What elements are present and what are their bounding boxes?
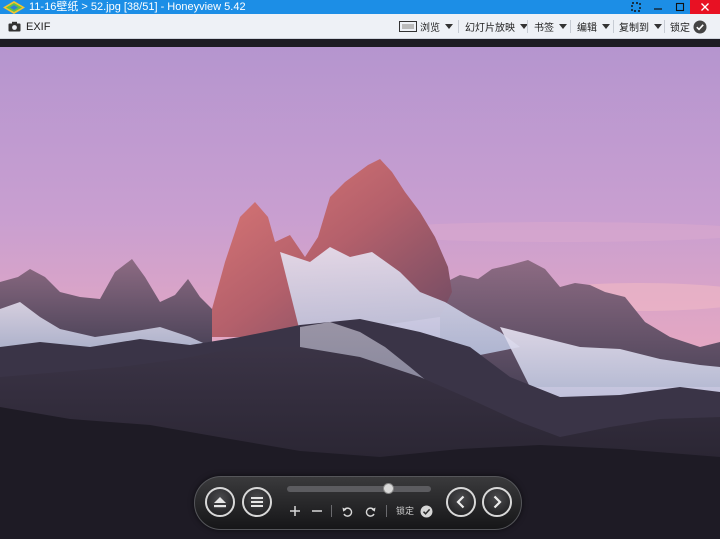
slideshow-menu[interactable]: 幻灯片放映 — [465, 14, 528, 39]
eject-button[interactable] — [205, 487, 235, 517]
toolbar-shadow-strip — [0, 39, 720, 47]
honeyview-app-icon — [3, 1, 25, 14]
toolbar-divider — [570, 20, 571, 33]
position-slider[interactable] — [287, 483, 431, 494]
toolbar: EXIF 浏览 幻灯片放映 书签 编辑 复制到 锁定 — [0, 14, 720, 39]
zoom-out-button[interactable] — [310, 504, 324, 518]
copy-to-label: 复制到 — [619, 23, 649, 34]
browse-icon — [399, 21, 417, 32]
exif-label: EXIF — [26, 20, 51, 33]
toolbar-divider — [527, 20, 528, 33]
toolbar-divider — [613, 20, 614, 33]
exif-button[interactable]: EXIF — [8, 14, 50, 39]
control-divider — [331, 505, 332, 517]
lock-label: 锁定 — [670, 23, 690, 34]
control-divider — [386, 505, 387, 517]
slideshow-label: 幻灯片放映 — [465, 23, 515, 34]
rotate-right-icon — [365, 506, 375, 517]
bookmarks-menu[interactable]: 书签 — [534, 14, 567, 39]
lock-toggle[interactable] — [419, 504, 433, 518]
toolbar-divider — [458, 20, 459, 33]
previous-image-button[interactable] — [446, 487, 476, 517]
check-circle-icon — [693, 20, 707, 33]
maximize-button[interactable] — [668, 0, 692, 14]
bookmarks-label: 书签 — [534, 23, 554, 34]
chevron-down-icon — [654, 24, 662, 29]
lock-button[interactable]: 锁定 — [670, 14, 707, 39]
chevron-down-icon — [602, 24, 610, 29]
copy-to-menu[interactable]: 复制到 — [619, 14, 662, 39]
slider-thumb[interactable] — [383, 483, 394, 494]
image-viewer[interactable] — [0, 47, 720, 539]
close-button[interactable] — [690, 0, 720, 14]
previous-icon — [456, 495, 465, 509]
zoom-in-icon — [290, 506, 300, 516]
window-title: 11-16壁纸 > 52.jpg [38/51] - Honeyview 5.4… — [29, 1, 246, 13]
zoom-out-icon — [312, 510, 322, 512]
toolbar-divider — [664, 20, 665, 33]
rotate-left-button[interactable] — [340, 504, 354, 518]
menu-button[interactable] — [242, 487, 272, 517]
maximize-icon — [675, 2, 685, 12]
eject-icon — [214, 497, 226, 508]
rotate-right-button[interactable] — [363, 504, 377, 518]
lock-control-label: 锁定 — [396, 506, 415, 516]
chevron-down-icon — [445, 24, 453, 29]
check-circle-icon — [420, 505, 432, 517]
browse-label: 浏览 — [420, 23, 440, 34]
rotate-left-icon — [342, 506, 352, 517]
pin-window-button[interactable] — [624, 0, 648, 14]
minimize-button[interactable] — [646, 0, 670, 14]
menu-icon — [251, 497, 263, 507]
browse-menu[interactable]: 浏览 — [399, 14, 453, 39]
chevron-down-icon — [559, 24, 567, 29]
minimize-icon — [654, 8, 662, 10]
zoom-in-button[interactable] — [288, 504, 302, 518]
title-bar: 11-16壁纸 > 52.jpg [38/51] - Honeyview 5.4… — [0, 0, 720, 14]
next-image-button[interactable] — [482, 487, 512, 517]
mountain-sunset-photo — [0, 47, 720, 539]
edit-menu[interactable]: 编辑 — [577, 14, 610, 39]
camera-icon — [8, 21, 21, 32]
edit-label: 编辑 — [577, 23, 597, 34]
next-icon — [493, 495, 502, 509]
close-icon — [701, 3, 709, 11]
pin-icon — [631, 2, 641, 12]
viewer-control-bar: 锁定 — [194, 476, 522, 530]
